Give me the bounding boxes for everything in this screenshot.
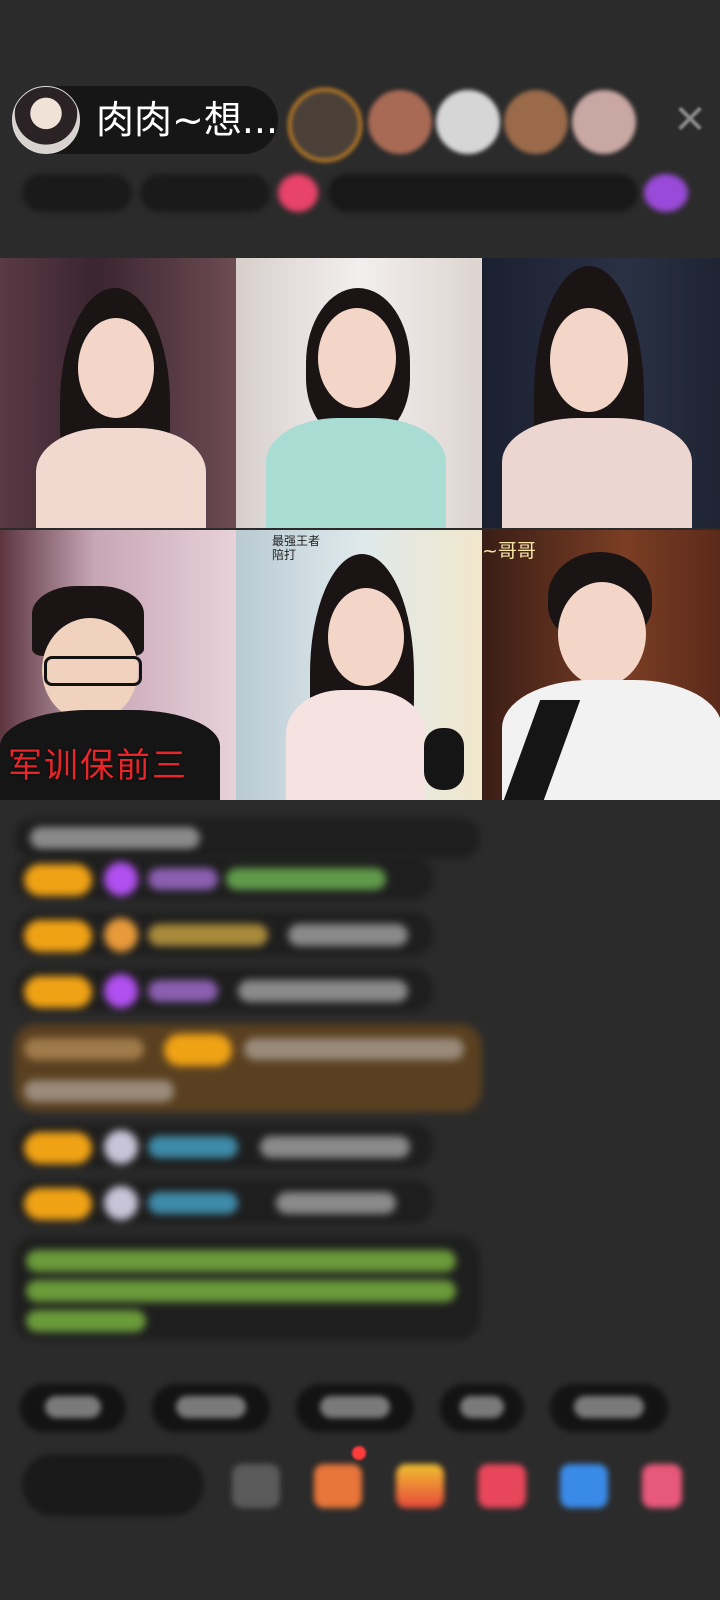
host-name: 肉肉~想...: [96, 98, 279, 142]
share-icon[interactable]: [560, 1464, 608, 1508]
quick-chip[interactable]: [20, 1384, 126, 1432]
notification-dot: [352, 1446, 366, 1460]
chat-message: [14, 968, 434, 1012]
video-tile-6[interactable]: ~哥哥: [482, 530, 720, 800]
viewer-avatar-4[interactable]: [504, 90, 568, 154]
quick-chip[interactable]: [152, 1384, 270, 1432]
status-bar: [14, 170, 704, 216]
viewer-avatar-2[interactable]: [368, 90, 432, 154]
tile-badge: ~哥哥: [482, 540, 536, 562]
tile-caption: 军训保前三: [8, 746, 188, 786]
multi-guest-video-grid: 军训保前三 最强王者 陪打 ~哥哥: [0, 258, 720, 818]
video-tile-5[interactable]: 最强王者 陪打: [236, 530, 482, 800]
gift-icon[interactable]: [396, 1464, 444, 1508]
quick-chip[interactable]: [550, 1384, 668, 1432]
quick-chip[interactable]: [440, 1384, 524, 1432]
viewer-avatar-3[interactable]: [436, 90, 500, 154]
video-tile-2[interactable]: [236, 258, 482, 528]
chat-message: [14, 818, 480, 858]
viewer-avatar-5[interactable]: [572, 90, 636, 154]
video-tile-3[interactable]: [482, 258, 720, 528]
chat-message: [14, 856, 434, 900]
quick-chip[interactable]: [296, 1384, 414, 1432]
chat-system-notice: [14, 1236, 480, 1340]
close-icon[interactable]: ✕: [668, 98, 712, 142]
heart-icon[interactable]: [478, 1464, 526, 1508]
chat-message: [14, 912, 434, 956]
emoji-icon[interactable]: [232, 1464, 280, 1508]
chat-input[interactable]: [22, 1454, 204, 1516]
viewer-avatar-1[interactable]: [288, 88, 362, 162]
video-tile-1[interactable]: [0, 258, 236, 528]
bottom-toolbar: [0, 1446, 720, 1524]
gift-box-icon[interactable]: [314, 1464, 362, 1508]
chat-message-highlight: [14, 1024, 482, 1112]
host-info-pill[interactable]: 肉肉~想...: [12, 86, 278, 154]
host-avatar[interactable]: [12, 86, 80, 154]
quick-reply-chips: [20, 1384, 720, 1436]
chat-message: [14, 1180, 434, 1224]
tile-badge: 最强王者 陪打: [272, 534, 321, 562]
more-icon[interactable]: [642, 1464, 682, 1508]
video-tile-4[interactable]: 军训保前三: [0, 530, 236, 800]
chat-message: [14, 1124, 434, 1168]
